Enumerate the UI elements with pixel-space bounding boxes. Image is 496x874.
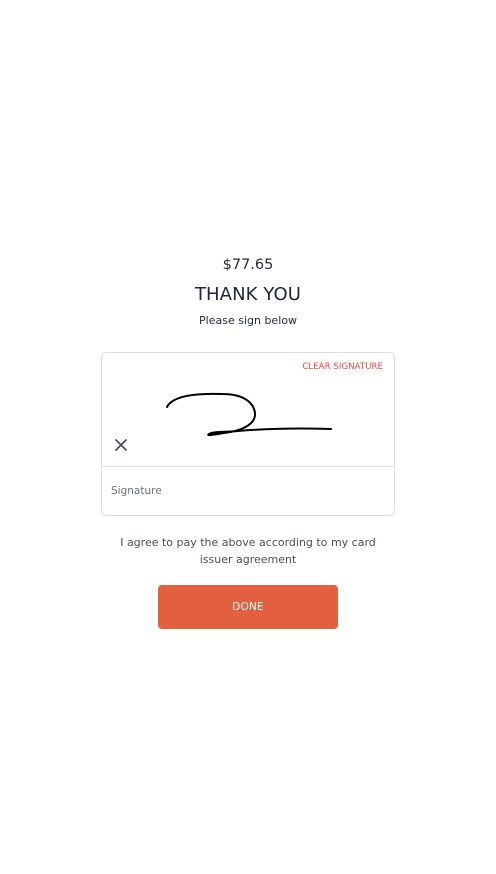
agreement-text: I agree to pay the above according to my… — [0, 534, 496, 568]
amount: $77.65 — [222, 257, 274, 273]
page-title: THANK YOU — [194, 284, 302, 305]
signature-field-label: Signature — [111, 485, 162, 497]
signature-card: CLEAR SIGNATURE Signature — [101, 352, 395, 516]
clear-signature-button[interactable]: CLEAR SIGNATURE — [302, 361, 383, 373]
agreement-line-2: issuer agreement — [199, 553, 297, 566]
done-button[interactable]: DONE — [158, 585, 338, 629]
signature-divider — [102, 466, 394, 467]
signature-stroke — [166, 392, 332, 437]
close-icon[interactable] — [114, 438, 128, 452]
sign-instruction: Please sign below — [199, 314, 297, 327]
agreement-line-1: I agree to pay the above according to my… — [120, 536, 376, 549]
